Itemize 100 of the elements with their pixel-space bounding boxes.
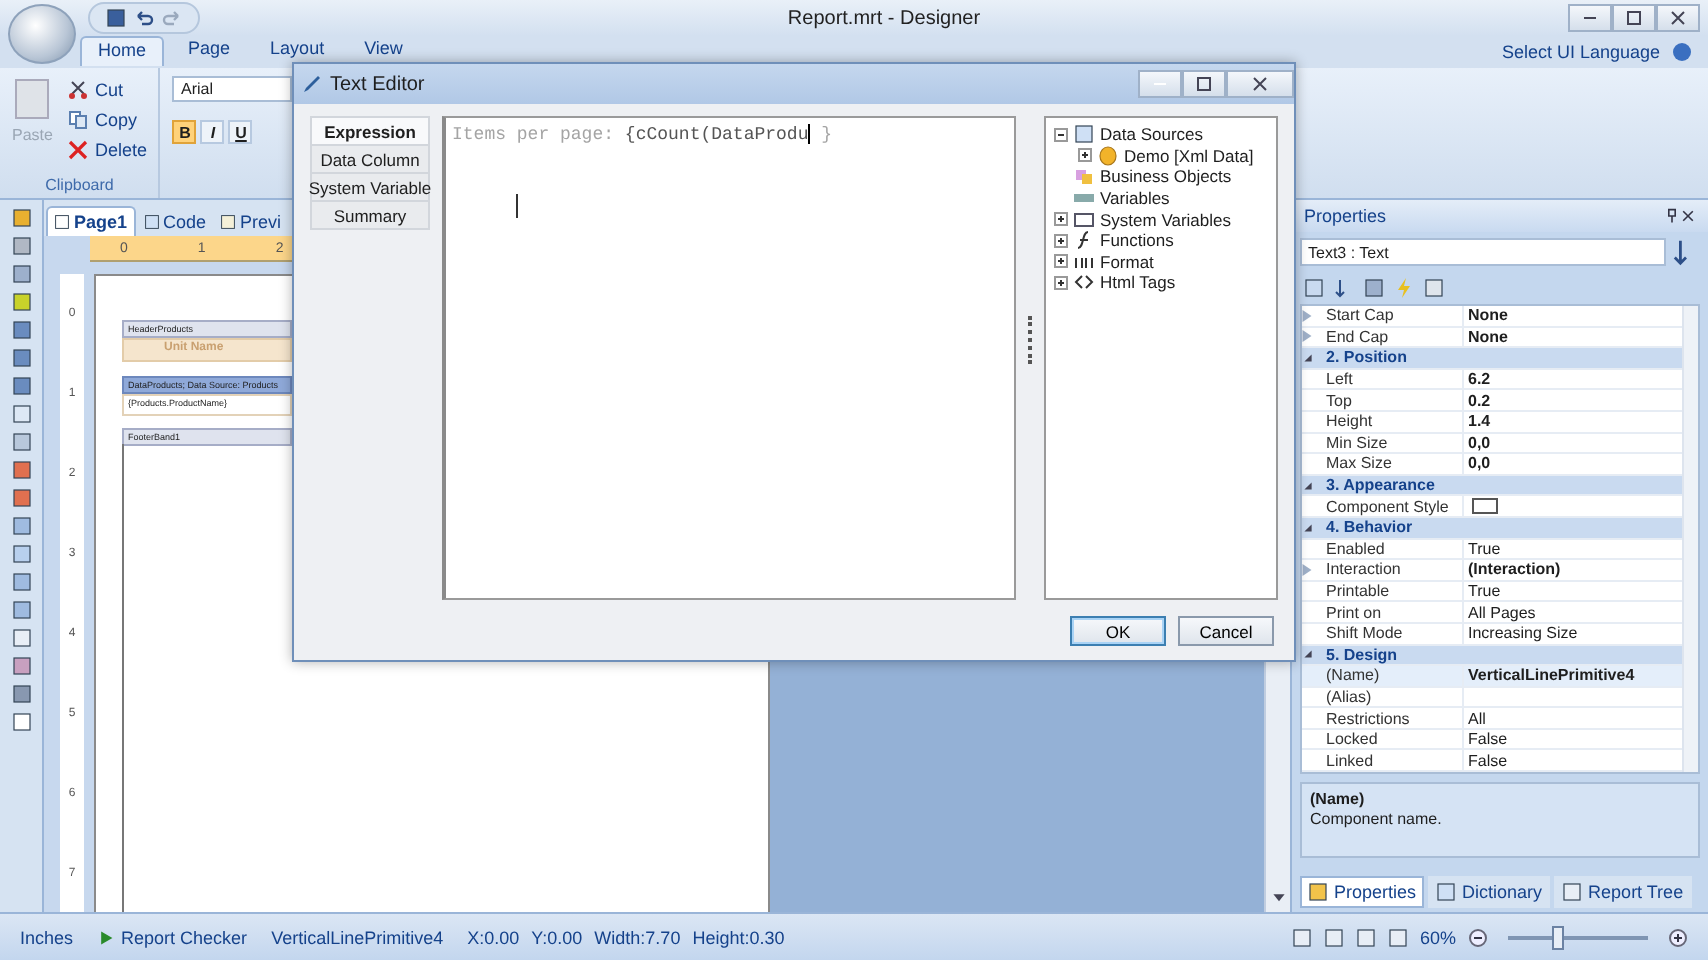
collapse-icon[interactable] <box>1302 648 1314 661</box>
ribbon-button[interactable]: Copy <box>94 109 137 129</box>
ribbon-tab[interactable]: View <box>348 36 419 64</box>
maximize-button[interactable] <box>1182 70 1226 98</box>
tree-item[interactable]: Business Objects <box>1100 166 1232 187</box>
property-row[interactable]: Locked False <box>1302 729 1682 751</box>
close-button[interactable] <box>1656 4 1700 32</box>
property-row[interactable]: Left 6.2 <box>1302 369 1682 391</box>
font-style-button[interactable]: U <box>228 120 253 144</box>
view-icon[interactable] <box>1291 927 1312 947</box>
font-style-button[interactable]: B <box>172 120 197 144</box>
tree-item[interactable]: System Variables <box>1100 209 1232 230</box>
tree-item[interactable]: Html Tags <box>1100 272 1176 293</box>
save-icon[interactable] <box>106 8 126 28</box>
editor-tab[interactable]: System Variable <box>310 172 430 202</box>
scissors-icon[interactable] <box>68 79 89 99</box>
language-menu[interactable]: Select UI Language <box>1501 42 1660 62</box>
ribbon-button[interactable]: Cut <box>94 79 123 99</box>
ribbon-tab[interactable]: Layout <box>254 36 341 64</box>
collapse-icon[interactable] <box>1302 521 1314 534</box>
view-icon[interactable] <box>1355 927 1376 947</box>
dialog-button[interactable]: Cancel <box>1178 616 1274 646</box>
editor-tab[interactable]: Summary <box>310 200 430 230</box>
component-dropdown[interactable]: Text3 : Text <box>1300 238 1666 266</box>
collapse-icon[interactable] <box>1302 351 1314 364</box>
scrollbar[interactable] <box>1682 306 1698 773</box>
tree-icon[interactable] <box>1562 882 1583 902</box>
property-row[interactable]: Printable True <box>1302 581 1682 603</box>
delete-icon[interactable] <box>68 139 89 159</box>
close-button[interactable] <box>1226 70 1294 98</box>
property-row[interactable]: (Name) VerticalLinePrimitive4 <box>1302 666 1682 688</box>
properties-icon[interactable] <box>1308 882 1328 902</box>
property-row[interactable]: Shift Mode Increasing Size <box>1302 623 1682 645</box>
close-icon[interactable] <box>1680 208 1696 224</box>
view-icon[interactable] <box>1387 927 1408 947</box>
property-row[interactable]: Max Size 0,0 <box>1302 454 1682 476</box>
code-icon[interactable] <box>143 214 160 230</box>
function-icon[interactable] <box>1074 230 1094 251</box>
property-row[interactable]: (Alias) <box>1302 687 1682 709</box>
view-icon[interactable] <box>1323 927 1344 947</box>
page-icon[interactable] <box>54 214 70 230</box>
editor-tab[interactable]: Data Column <box>310 144 430 174</box>
help-icon[interactable] <box>1672 42 1692 62</box>
maximize-button[interactable] <box>1612 4 1656 32</box>
preview-icon[interactable] <box>220 214 237 230</box>
collapse-icon[interactable] <box>1054 127 1068 142</box>
expand-icon[interactable] <box>1054 275 1068 290</box>
property-name: (Name) <box>1324 666 1382 685</box>
dictionary-icon[interactable] <box>1436 882 1457 902</box>
tree-item[interactable]: Functions <box>1100 230 1174 251</box>
dialog-button[interactable]: OK <box>1070 616 1166 646</box>
expand-icon[interactable] <box>1078 148 1092 163</box>
down-arrow-icon[interactable] <box>1271 890 1285 904</box>
categories-icon[interactable] <box>1304 278 1324 298</box>
expand-icon[interactable] <box>1054 254 1068 269</box>
property-row[interactable]: Interaction (Interaction) <box>1302 560 1682 582</box>
tree-item[interactable]: Data Sources <box>1100 124 1203 145</box>
page-tab[interactable]: Page1 <box>46 206 136 236</box>
property-row[interactable]: Linked False <box>1302 750 1682 773</box>
ribbon-tab[interactable]: Page <box>172 36 247 64</box>
collapse-icon[interactable] <box>1302 479 1314 492</box>
slider-thumb[interactable] <box>1551 925 1563 949</box>
tree-item[interactable]: Format <box>1100 251 1154 272</box>
copy-icon[interactable] <box>68 109 89 129</box>
property-row[interactable]: Height 1.4 <box>1302 411 1682 434</box>
ribbon-tab[interactable]: Home <box>80 36 165 66</box>
property-row[interactable]: Enabled True <box>1302 539 1682 561</box>
report-tree-tab[interactable]: Report Tree <box>1554 876 1692 908</box>
properties-icon[interactable] <box>1364 278 1384 298</box>
tree-item[interactable]: Variables <box>1100 188 1170 209</box>
unit-menu[interactable]: Inches <box>20 927 74 947</box>
style-swatch[interactable] <box>1472 498 1498 515</box>
code-tab[interactable]: Code <box>137 208 213 236</box>
database-icon[interactable] <box>1098 145 1118 166</box>
font-style-button[interactable]: I <box>200 120 225 144</box>
plus-icon[interactable] <box>1668 927 1688 947</box>
property-row[interactable]: Top 0.2 <box>1302 390 1682 412</box>
preview-tab[interactable]: Previ <box>214 208 288 236</box>
property-row[interactable]: Print on All Pages <box>1302 602 1682 624</box>
properties-tab[interactable]: Properties <box>1300 876 1425 908</box>
expand-icon[interactable] <box>1054 212 1068 227</box>
dictionary-tab[interactable]: Dictionary <box>1428 876 1551 908</box>
pin-icon[interactable] <box>1664 208 1680 224</box>
font-field[interactable]: Arial <box>172 76 293 102</box>
tag-icon[interactable] <box>1074 272 1094 293</box>
property-row[interactable]: Restrictions All <box>1302 708 1682 730</box>
report-checker-button[interactable]: Report Checker <box>121 927 248 947</box>
minus-icon[interactable] <box>1468 927 1488 947</box>
play-icon[interactable] <box>97 929 114 945</box>
expand-icon[interactable] <box>1054 233 1068 248</box>
editor-tab[interactable]: Expression <box>310 116 430 146</box>
application-button[interactable] <box>8 4 76 64</box>
grid-icon[interactable] <box>1424 278 1444 298</box>
undo-icon[interactable] <box>134 8 154 28</box>
expression-field[interactable]: Items per page: {cCount(DataProdu } <box>442 116 1016 600</box>
ribbon-button[interactable]: Delete <box>94 139 147 159</box>
property-row[interactable]: End Cap None <box>1302 327 1682 349</box>
tree-item[interactable]: Demo [Xml Data] <box>1124 145 1254 166</box>
property-row[interactable]: Min Size 0,0 <box>1302 433 1682 455</box>
property-row[interactable]: Start Cap None <box>1302 306 1682 328</box>
